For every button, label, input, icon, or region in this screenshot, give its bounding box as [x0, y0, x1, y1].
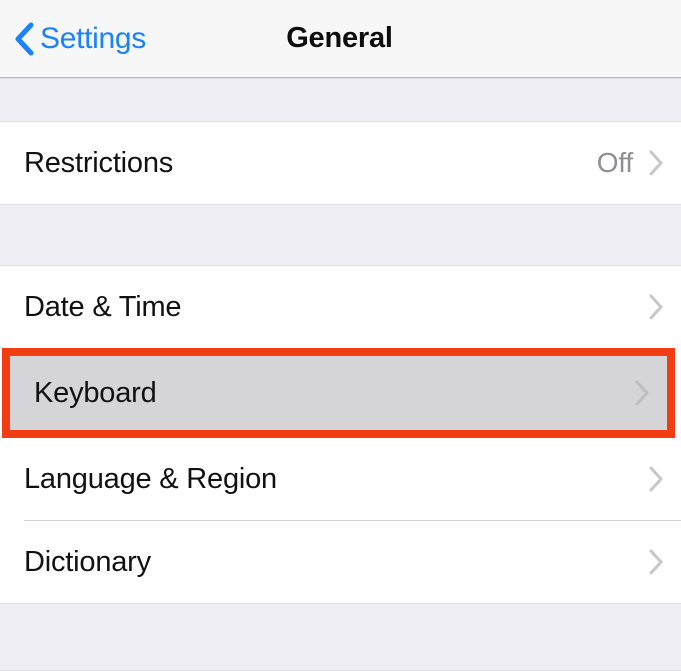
- section-gap-bottom: [0, 603, 681, 671]
- disclosure-chevron-icon: [635, 380, 649, 406]
- navigation-bar: Settings General: [0, 0, 681, 78]
- settings-row-label: Date & Time: [24, 290, 182, 323]
- settings-row-label: Keyboard: [34, 376, 157, 409]
- section-gap-top: [0, 78, 681, 122]
- settings-row-dictionary[interactable]: Dictionary: [0, 521, 681, 603]
- settings-row-restrictions[interactable]: Restrictions Off: [0, 122, 681, 204]
- disclosure-chevron-icon: [649, 150, 663, 176]
- disclosure-chevron-icon: [649, 466, 663, 492]
- settings-row-language-region[interactable]: Language & Region: [0, 438, 681, 520]
- settings-row-date-time[interactable]: Date & Time: [0, 266, 681, 348]
- settings-section-general: Date & Time Keyboard Language & Region D…: [0, 266, 681, 603]
- page-title-text: General: [286, 22, 393, 54]
- settings-row-label: Language & Region: [24, 462, 277, 495]
- settings-row-label: Dictionary: [24, 545, 151, 578]
- section-gap-middle: [0, 204, 681, 266]
- page-title: General: [0, 0, 681, 77]
- disclosure-chevron-icon: [649, 294, 663, 320]
- settings-row-label: Restrictions: [24, 146, 174, 179]
- highlight-annotation-box: Keyboard: [2, 348, 675, 438]
- settings-row-value: Off: [596, 147, 633, 178]
- disclosure-chevron-icon: [649, 549, 663, 575]
- settings-list[interactable]: Restrictions Off Date & Time Keyboard La…: [0, 78, 681, 671]
- settings-row-keyboard[interactable]: Keyboard: [10, 356, 667, 430]
- settings-section-restrictions: Restrictions Off: [0, 122, 681, 204]
